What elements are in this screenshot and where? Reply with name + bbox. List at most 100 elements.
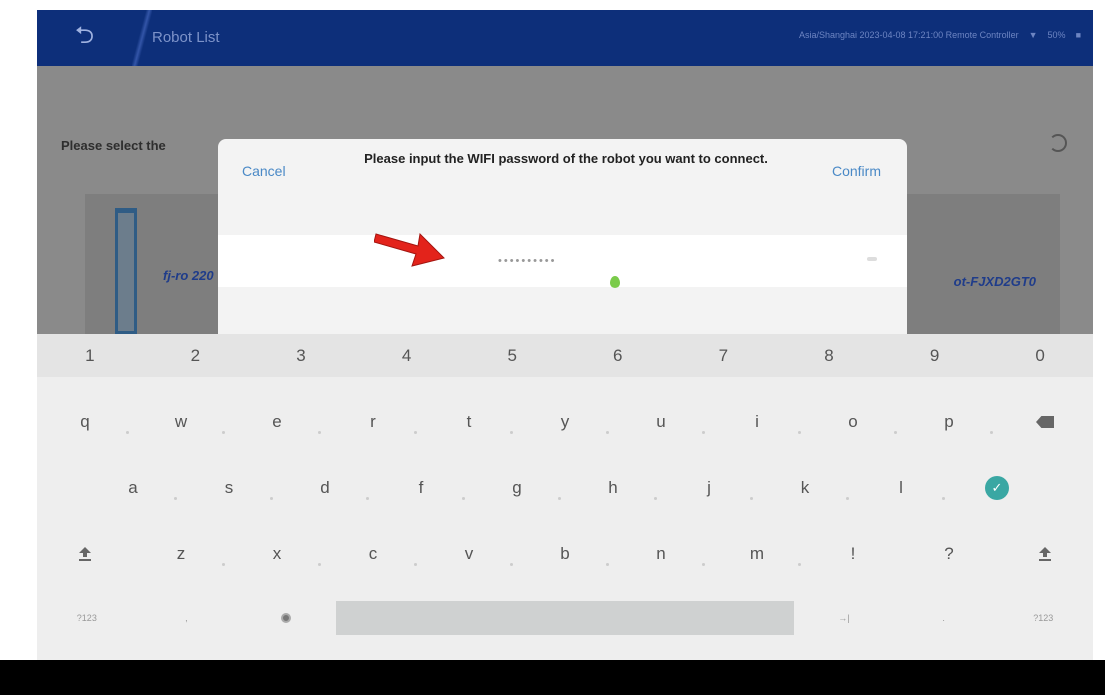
key-8[interactable]: 8 — [776, 334, 882, 377]
key-5[interactable]: 5 — [459, 334, 565, 377]
key-label: f — [418, 478, 424, 497]
backspace-key[interactable] — [997, 390, 1093, 454]
title-divider — [132, 10, 152, 66]
key-label: s — [224, 478, 234, 497]
key-label: ? — [944, 544, 954, 563]
shift-icon — [79, 547, 91, 561]
key-l[interactable]: l — [853, 456, 949, 520]
keyboard-row-z: z x c v b n m ! ? — [37, 522, 1093, 586]
space-key[interactable] — [335, 601, 795, 635]
key-label: z — [176, 544, 186, 563]
key-d[interactable]: d — [277, 456, 373, 520]
key-y[interactable]: y — [517, 390, 613, 454]
settings-key[interactable] — [236, 586, 336, 650]
key-z[interactable]: z — [133, 522, 229, 586]
gear-icon — [281, 613, 292, 623]
key-label: j — [707, 478, 711, 497]
instruction-text: Please select the — [61, 138, 166, 153]
key-m[interactable]: m — [709, 522, 805, 586]
wifi-password-dialog: Cancel Please input the WIFI password of… — [218, 139, 907, 334]
key-u[interactable]: u — [613, 390, 709, 454]
period-key[interactable]: . — [894, 586, 994, 650]
eye-icon[interactable] — [867, 257, 877, 261]
battery-text: 50% — [1047, 30, 1066, 40]
refresh-icon[interactable] — [1049, 134, 1067, 152]
enter-key[interactable]: ✓ — [949, 456, 1045, 520]
back-icon: ⮌ — [74, 21, 95, 49]
key-p[interactable]: p — [901, 390, 997, 454]
symbols-key-left[interactable]: ?123 — [37, 586, 137, 650]
backspace-icon — [1036, 416, 1054, 428]
text-cursor-handle[interactable] — [610, 276, 620, 288]
key-label: b — [560, 544, 570, 563]
key-i[interactable]: i — [709, 390, 805, 454]
key-4[interactable]: 4 — [354, 334, 460, 377]
shift-key-right[interactable] — [997, 522, 1093, 586]
top-bar: ⮌ Robot List Asia/Shanghai 2023-04-08 17… — [37, 10, 1093, 66]
key-j[interactable]: j — [661, 456, 757, 520]
key-6[interactable]: 6 — [565, 334, 671, 377]
key-g[interactable]: g — [469, 456, 565, 520]
wifi-icon: ▼ — [1028, 30, 1038, 40]
key-1[interactable]: 1 — [37, 334, 143, 377]
key-label: l — [899, 478, 903, 497]
red-arrow-icon — [374, 232, 445, 267]
confirm-button[interactable]: Confirm — [832, 163, 881, 179]
key-exclamation[interactable]: ! — [805, 522, 901, 586]
key-0[interactable]: 0 — [987, 334, 1093, 377]
key-question[interactable]: ? — [901, 522, 997, 586]
key-label: h — [608, 478, 618, 497]
cancel-button[interactable]: Cancel — [242, 163, 286, 179]
key-h[interactable]: h — [565, 456, 661, 520]
key-label: x — [272, 544, 282, 563]
key-9[interactable]: 9 — [882, 334, 988, 377]
back-button[interactable]: ⮌ — [37, 10, 132, 66]
key-c[interactable]: c — [325, 522, 421, 586]
key-f[interactable]: f — [373, 456, 469, 520]
page-title: Robot List — [152, 29, 220, 46]
shift-icon — [1039, 547, 1051, 561]
key-3[interactable]: 3 — [248, 334, 354, 377]
battery-icon: ■ — [1075, 30, 1081, 40]
robot-name: fj-ro 220 — [163, 268, 214, 283]
dialog-title: Please input the WIFI password of the ro… — [364, 151, 768, 166]
key-e[interactable]: e — [229, 390, 325, 454]
keyboard-row-bottom: ?123 , →| . ?123 — [37, 586, 1093, 650]
key-label: i — [755, 412, 759, 431]
key-2[interactable]: 2 — [143, 334, 249, 377]
key-label: a — [128, 478, 138, 497]
key-a[interactable]: a — [85, 456, 181, 520]
key-label: y — [560, 412, 570, 431]
number-row: 1 2 3 4 5 6 7 8 9 0 — [37, 334, 1093, 377]
key-label: u — [656, 412, 666, 431]
key-n[interactable]: n — [613, 522, 709, 586]
key-label: d — [320, 478, 330, 497]
password-input[interactable] — [498, 249, 618, 273]
key-t[interactable]: t — [421, 390, 517, 454]
key-s[interactable]: s — [181, 456, 277, 520]
key-label: e — [272, 412, 282, 431]
shift-key-left[interactable] — [37, 522, 133, 586]
comma-key[interactable]: , — [137, 586, 237, 650]
key-7[interactable]: 7 — [671, 334, 777, 377]
key-o[interactable]: o — [805, 390, 901, 454]
key-label: ! — [850, 544, 856, 563]
key-label: v — [464, 544, 474, 563]
key-v[interactable]: v — [421, 522, 517, 586]
symbols-key-right[interactable]: ?123 — [993, 586, 1093, 650]
key-w[interactable]: w — [133, 390, 229, 454]
on-screen-keyboard: 1 2 3 4 5 6 7 8 9 0 q w e r t y u i o p … — [37, 334, 1093, 660]
key-b[interactable]: b — [517, 522, 613, 586]
key-label: p — [944, 412, 954, 431]
key-r[interactable]: r — [325, 390, 421, 454]
status-bar: Asia/Shanghai 2023-04-08 17:21:00 Remote… — [799, 30, 1081, 40]
key-q[interactable]: q — [37, 390, 133, 454]
keyboard-row-q: q w e r t y u i o p — [37, 390, 1093, 454]
key-label: q — [80, 412, 90, 431]
key-label: t — [466, 412, 472, 431]
key-label: w — [174, 412, 188, 431]
tab-arrow-key[interactable]: →| — [794, 586, 894, 650]
key-x[interactable]: x — [229, 522, 325, 586]
key-k[interactable]: k — [757, 456, 853, 520]
password-row — [218, 235, 907, 287]
